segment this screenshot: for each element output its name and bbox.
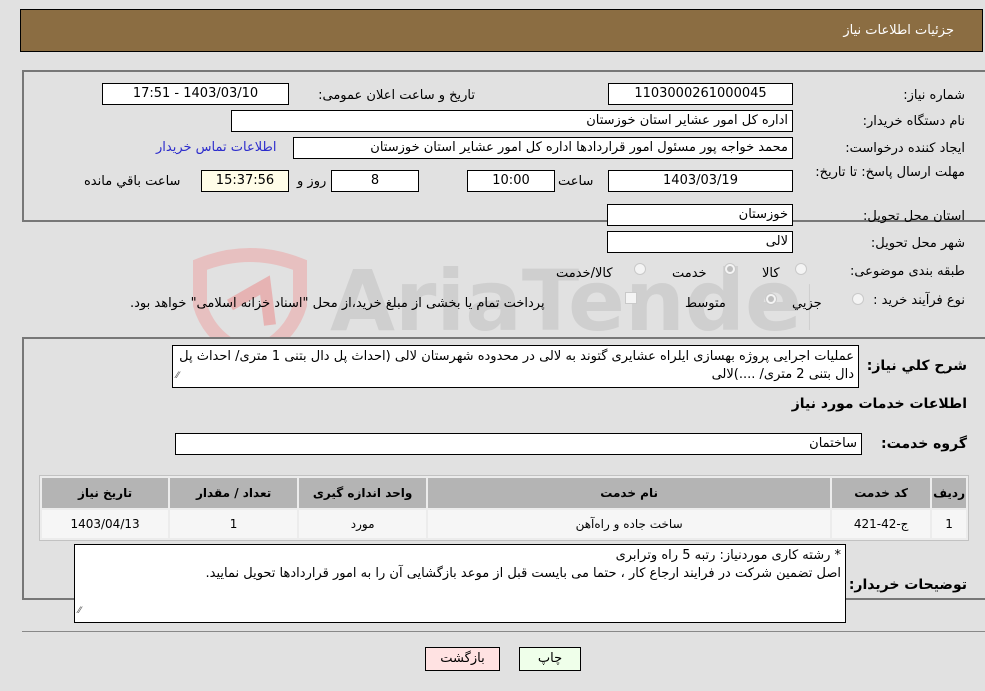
cell-quantity: 1	[170, 510, 298, 538]
buyer-notes-line-2: اصل تضمین شرکت در فرایند ارجاع کار ، حتم…	[205, 566, 841, 581]
deadline-label: مهلت ارسال پاسخ: تا تاریخ:	[815, 165, 965, 180]
page-header: جزئیات اطلاعات نیاز	[20, 9, 983, 52]
need-number-label: شماره نیاز:	[903, 88, 965, 103]
back-button[interactable]: بازگشت	[425, 647, 500, 671]
buyer-org-field: اداره کل امور عشایر استان خوزستان	[231, 110, 793, 132]
treasury-checkbox-label: پرداخت تمام یا بخشی از مبلغ خرید،از محل …	[130, 296, 545, 311]
purchase-radio-minor[interactable]	[852, 293, 864, 305]
announce-datetime-field: 1403/03/10 - 17:51	[102, 83, 289, 105]
requester-label: ایجاد کننده درخواست:	[845, 141, 965, 156]
category-radio-service[interactable]	[724, 263, 736, 275]
resize-grip-icon[interactable]: ⁄⁄	[176, 367, 179, 385]
col-header-quantity: تعداد / مقدار	[170, 478, 298, 508]
deadline-time-label: ساعت	[558, 174, 594, 189]
services-table: ردیف کد خدمت نام خدمت واحد اندازه گیری ت…	[39, 475, 969, 541]
deadline-date-field: 1403/03/19	[608, 170, 793, 192]
time-remaining-label: ساعت باقي مانده	[84, 174, 181, 189]
days-remaining-field: 8	[331, 170, 419, 192]
category-option-goods-service: کالا/خدمت	[556, 266, 613, 281]
description-text: عملیات اجرایی پروژه بهسازی ایلراه عشایری…	[179, 349, 854, 382]
treasury-checkbox[interactable]	[625, 292, 637, 304]
delivery-province-field: خوزستان	[607, 204, 793, 226]
purchase-option-minor: جزيي	[792, 296, 822, 311]
buyer-contact-link[interactable]: اطلاعات تماس خریدار	[156, 140, 276, 155]
table-row: 1 ج-42-421 ساخت جاده و راه‌آهن مورد 1 14…	[42, 510, 966, 538]
col-header-row-number: ردیف	[932, 478, 966, 508]
services-heading: اطلاعات خدمات مورد نیاز	[791, 396, 967, 412]
buyer-notes-textarea[interactable]: * رشته کاری موردنیاز: رتبه 5 راه وترابری…	[74, 544, 846, 623]
cell-unit: مورد	[299, 510, 427, 538]
table-header-row: ردیف کد خدمت نام خدمت واحد اندازه گیری ت…	[42, 478, 966, 508]
divider	[22, 631, 985, 632]
buyer-notes-line-1: * رشته کاری موردنیاز: رتبه 5 راه وترابری	[615, 548, 841, 563]
cell-need-date: 1403/04/13	[42, 510, 169, 538]
category-label: طبقه بندی موضوعی:	[849, 264, 965, 279]
delivery-province-label: استان محل تحویل:	[863, 209, 965, 224]
deadline-time-field: 10:00	[467, 170, 555, 192]
need-number-field: 1103000261000045	[608, 83, 793, 105]
category-option-service: خدمت	[672, 266, 707, 281]
announce-datetime-label: تاریخ و ساعت اعلان عمومی:	[318, 88, 475, 103]
col-header-unit: واحد اندازه گیری	[299, 478, 427, 508]
category-option-goods: کالا	[762, 266, 780, 281]
buyer-notes-label: توضیحات خریدار:	[848, 577, 967, 593]
col-header-service-name: نام خدمت	[428, 478, 831, 508]
days-label: روز و	[297, 174, 327, 189]
service-group-label: گروه خدمت:	[881, 436, 967, 452]
buyer-org-label: نام دستگاه خريدار:	[862, 114, 965, 129]
requester-field: محمد خواجه پور مسئول امور قراردادها ادار…	[293, 137, 793, 159]
purchase-type-label: نوع فرآیند خرید :	[873, 293, 965, 308]
cell-row-number: 1	[932, 510, 966, 538]
category-radio-goods-service[interactable]	[634, 263, 646, 275]
purchase-option-medium: متوسط	[685, 296, 726, 311]
cell-service-code: ج-42-421	[832, 510, 931, 538]
description-label: شرح کلي نياز:	[866, 358, 967, 374]
delivery-city-field: لالی	[607, 231, 793, 253]
col-header-need-date: تاریخ نیاز	[42, 478, 169, 508]
time-remaining-field: 15:37:56	[201, 170, 289, 192]
page-title: جزئیات اطلاعات نیاز	[843, 23, 954, 38]
print-button[interactable]: چاپ	[519, 647, 581, 671]
service-group-field: ساختمان	[175, 433, 862, 455]
delivery-city-label: شهر محل تحویل:	[870, 236, 965, 251]
resize-grip-icon[interactable]: ⁄⁄	[78, 602, 81, 620]
description-textarea[interactable]: عملیات اجرایی پروژه بهسازی ایلراه عشایری…	[172, 345, 859, 388]
purchase-radio-medium[interactable]	[765, 293, 777, 305]
category-radio-goods[interactable]	[795, 263, 807, 275]
col-header-service-code: کد خدمت	[832, 478, 931, 508]
cell-service-name: ساخت جاده و راه‌آهن	[428, 510, 831, 538]
